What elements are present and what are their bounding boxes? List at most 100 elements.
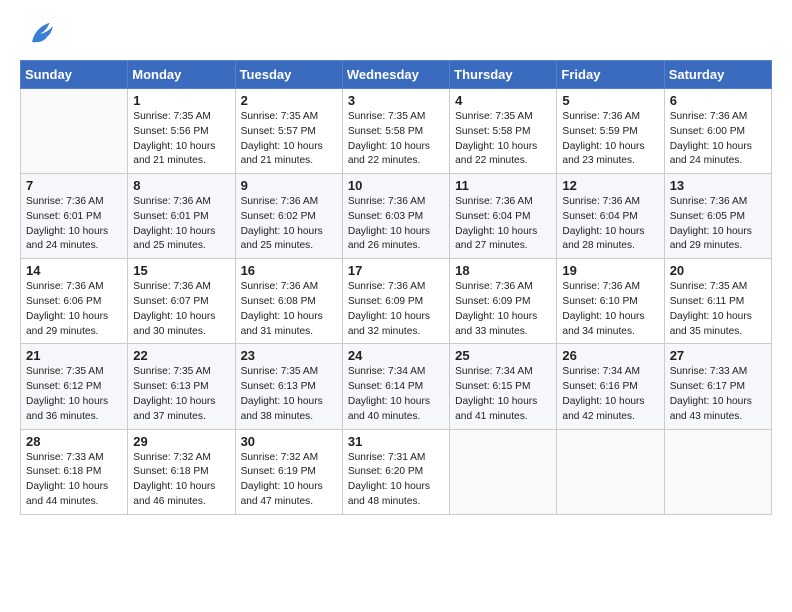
calendar-cell <box>21 89 128 174</box>
calendar-day-header: Tuesday <box>235 61 342 89</box>
cell-content: Sunrise: 7:36 AM Sunset: 6:01 PM Dayligh… <box>26 195 122 254</box>
calendar-cell: 7Sunrise: 7:36 AM Sunset: 6:01 PM Daylig… <box>21 174 128 259</box>
day-number: 28 <box>26 434 122 449</box>
cell-content: Sunrise: 7:33 AM Sunset: 6:18 PM Dayligh… <box>26 451 122 510</box>
day-number: 21 <box>26 348 122 363</box>
day-number: 29 <box>133 434 229 449</box>
calendar-cell: 27 Sunrise: 7:33 AM Sunset: 6:17 PM Dayli… <box>664 344 771 429</box>
cell-content: Sunrise: 7:31 AM Sunset: 6:20 PM Dayligh… <box>348 451 444 510</box>
calendar-cell <box>450 429 557 514</box>
calendar-cell: 14Sunrise: 7:36 AM Sunset: 6:06 PM Dayli… <box>21 259 128 344</box>
calendar-day-header: Monday <box>128 61 235 89</box>
cell-content: Sunrise: 7:36 AM Sunset: 6:03 PM Dayligh… <box>348 195 444 254</box>
logo <box>20 18 56 50</box>
cell-content: Sunrise: 7:32 AM Sunset: 6:19 PM Dayligh… <box>241 451 337 510</box>
cell-content: Sunrise: 7:36 AM Sunset: 6:04 PM Dayligh… <box>455 195 551 254</box>
day-number: 5 <box>562 93 658 108</box>
calendar-cell <box>664 429 771 514</box>
cell-content: Sunrise: 7:32 AM Sunset: 6:18 PM Dayligh… <box>133 451 229 510</box>
calendar-cell: 21 Sunrise: 7:35 AM Sunset: 6:12 PM Dayli… <box>21 344 128 429</box>
calendar-day-header: Thursday <box>450 61 557 89</box>
cell-content: Sunrise: 7:35 AM Sunset: 6:13 PM Dayligh… <box>241 365 337 424</box>
day-number: 8 <box>133 178 229 193</box>
cell-content: Sunrise: 7:34 AM Sunset: 6:15 PM Dayligh… <box>455 365 551 424</box>
calendar-day-header: Wednesday <box>342 61 449 89</box>
cell-content: Sunrise: 7:33 AM Sunset: 6:17 PM Dayligh… <box>670 365 766 424</box>
day-number: 24 <box>348 348 444 363</box>
cell-content: Sunrise: 7:35 AM Sunset: 6:12 PM Dayligh… <box>26 365 122 424</box>
cell-content: Sunrise: 7:36 AM Sunset: 5:59 PM Dayligh… <box>562 110 658 169</box>
calendar-cell: 19 Sunrise: 7:36 AM Sunset: 6:10 PM Dayli… <box>557 259 664 344</box>
calendar-table: SundayMondayTuesdayWednesdayThursdayFrid… <box>20 60 772 515</box>
calendar-cell: 13Sunrise: 7:36 AM Sunset: 6:05 PM Dayli… <box>664 174 771 259</box>
calendar-day-header: Friday <box>557 61 664 89</box>
cell-content: Sunrise: 7:35 AM Sunset: 5:58 PM Dayligh… <box>348 110 444 169</box>
calendar-cell: 12Sunrise: 7:36 AM Sunset: 6:04 PM Dayli… <box>557 174 664 259</box>
day-number: 30 <box>241 434 337 449</box>
calendar-day-header: Sunday <box>21 61 128 89</box>
calendar-cell: 20Sunrise: 7:35 AM Sunset: 6:11 PM Dayli… <box>664 259 771 344</box>
day-number: 20 <box>670 263 766 278</box>
calendar-day-header: Saturday <box>664 61 771 89</box>
calendar-cell: 22Sunrise: 7:35 AM Sunset: 6:13 PM Dayli… <box>128 344 235 429</box>
day-number: 31 <box>348 434 444 449</box>
calendar-cell: 16Sunrise: 7:36 AM Sunset: 6:08 PM Dayli… <box>235 259 342 344</box>
day-number: 18 <box>455 263 551 278</box>
cell-content: Sunrise: 7:35 AM Sunset: 5:57 PM Dayligh… <box>241 110 337 169</box>
calendar-cell: 18 Sunrise: 7:36 AM Sunset: 6:09 PM Dayli… <box>450 259 557 344</box>
day-number: 3 <box>348 93 444 108</box>
calendar-header-row: SundayMondayTuesdayWednesdayThursdayFrid… <box>21 61 772 89</box>
day-number: 14 <box>26 263 122 278</box>
cell-content: Sunrise: 7:36 AM Sunset: 6:04 PM Dayligh… <box>562 195 658 254</box>
cell-content: Sunrise: 7:35 AM Sunset: 5:56 PM Dayligh… <box>133 110 229 169</box>
cell-content: Sunrise: 7:36 AM Sunset: 6:00 PM Dayligh… <box>670 110 766 169</box>
calendar-cell: 30 Sunrise: 7:32 AM Sunset: 6:19 PM Dayli… <box>235 429 342 514</box>
calendar-cell: 23 Sunrise: 7:35 AM Sunset: 6:13 PM Dayli… <box>235 344 342 429</box>
calendar-cell: 15 Sunrise: 7:36 AM Sunset: 6:07 PM Dayli… <box>128 259 235 344</box>
calendar-cell <box>557 429 664 514</box>
header <box>20 18 772 50</box>
day-number: 23 <box>241 348 337 363</box>
day-number: 17 <box>348 263 444 278</box>
cell-content: Sunrise: 7:35 AM Sunset: 5:58 PM Dayligh… <box>455 110 551 169</box>
day-number: 16 <box>241 263 337 278</box>
cell-content: Sunrise: 7:36 AM Sunset: 6:09 PM Dayligh… <box>455 280 551 339</box>
calendar-week-row: 21 Sunrise: 7:35 AM Sunset: 6:12 PM Dayli… <box>21 344 772 429</box>
cell-content: Sunrise: 7:36 AM Sunset: 6:10 PM Dayligh… <box>562 280 658 339</box>
day-number: 6 <box>670 93 766 108</box>
calendar-cell: 6 Sunrise: 7:36 AM Sunset: 6:00 PM Daylig… <box>664 89 771 174</box>
cell-content: Sunrise: 7:36 AM Sunset: 6:07 PM Dayligh… <box>133 280 229 339</box>
calendar-week-row: 7Sunrise: 7:36 AM Sunset: 6:01 PM Daylig… <box>21 174 772 259</box>
day-number: 15 <box>133 263 229 278</box>
day-number: 19 <box>562 263 658 278</box>
day-number: 11 <box>455 178 551 193</box>
calendar-cell: 2 Sunrise: 7:35 AM Sunset: 5:57 PM Daylig… <box>235 89 342 174</box>
cell-content: Sunrise: 7:36 AM Sunset: 6:01 PM Dayligh… <box>133 195 229 254</box>
day-number: 26 <box>562 348 658 363</box>
calendar-cell: 4 Sunrise: 7:35 AM Sunset: 5:58 PM Daylig… <box>450 89 557 174</box>
day-number: 25 <box>455 348 551 363</box>
day-number: 9 <box>241 178 337 193</box>
calendar-cell: 5 Sunrise: 7:36 AM Sunset: 5:59 PM Daylig… <box>557 89 664 174</box>
calendar-cell: 9Sunrise: 7:36 AM Sunset: 6:02 PM Daylig… <box>235 174 342 259</box>
calendar-cell: 31 Sunrise: 7:31 AM Sunset: 6:20 PM Dayli… <box>342 429 449 514</box>
calendar-cell: 11 Sunrise: 7:36 AM Sunset: 6:04 PM Dayli… <box>450 174 557 259</box>
day-number: 2 <box>241 93 337 108</box>
calendar-week-row: 14Sunrise: 7:36 AM Sunset: 6:06 PM Dayli… <box>21 259 772 344</box>
day-number: 10 <box>348 178 444 193</box>
cell-content: Sunrise: 7:34 AM Sunset: 6:14 PM Dayligh… <box>348 365 444 424</box>
cell-content: Sunrise: 7:34 AM Sunset: 6:16 PM Dayligh… <box>562 365 658 424</box>
calendar-cell: 3 Sunrise: 7:35 AM Sunset: 5:58 PM Daylig… <box>342 89 449 174</box>
calendar-cell: 1 Sunrise: 7:35 AM Sunset: 5:56 PM Daylig… <box>128 89 235 174</box>
calendar-cell: 8 Sunrise: 7:36 AM Sunset: 6:01 PM Daylig… <box>128 174 235 259</box>
calendar-cell: 25 Sunrise: 7:34 AM Sunset: 6:15 PM Dayli… <box>450 344 557 429</box>
cell-content: Sunrise: 7:36 AM Sunset: 6:09 PM Dayligh… <box>348 280 444 339</box>
calendar-cell: 10 Sunrise: 7:36 AM Sunset: 6:03 PM Dayli… <box>342 174 449 259</box>
calendar-week-row: 28 Sunrise: 7:33 AM Sunset: 6:18 PM Dayli… <box>21 429 772 514</box>
cell-content: Sunrise: 7:35 AM Sunset: 6:13 PM Dayligh… <box>133 365 229 424</box>
day-number: 1 <box>133 93 229 108</box>
day-number: 27 <box>670 348 766 363</box>
calendar-cell: 28 Sunrise: 7:33 AM Sunset: 6:18 PM Dayli… <box>21 429 128 514</box>
day-number: 4 <box>455 93 551 108</box>
page: SundayMondayTuesdayWednesdayThursdayFrid… <box>0 0 792 535</box>
